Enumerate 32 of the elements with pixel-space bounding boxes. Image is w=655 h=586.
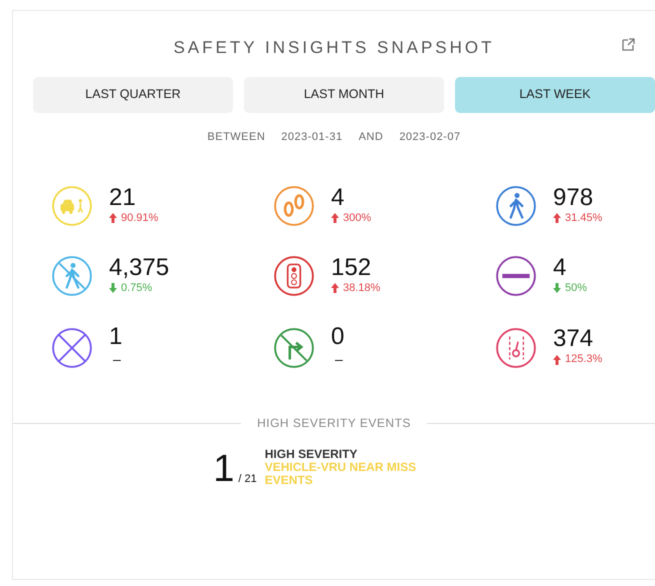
metric-value: 21 [109,186,137,210]
period-tab[interactable]: LAST WEEK [455,76,655,112]
metric-value: 4,375 [109,256,170,280]
metric-value: 4 [331,186,346,210]
metric-value: 0 [331,325,344,349]
section-heading: HIGH SEVERITY EVENTS [257,415,411,432]
event-count: 1 [213,450,234,488]
date-text: 2023-02-07 [399,130,461,144]
metric-change: 300% [343,210,372,226]
period-tab[interactable]: LAST MONTH [244,76,444,112]
metric-change: 0.75% [121,280,152,296]
metric-change: – [334,350,343,369]
period-tab[interactable]: LAST QUARTER [33,76,233,112]
event-total: / 21 [238,472,257,488]
range-label: AND [358,130,384,144]
metric-change: 31.45% [565,210,602,226]
metric-change: 38.18% [343,280,380,296]
metric-change: 50% [565,280,588,296]
metric-change: 125.3% [565,352,602,368]
range-label: BETWEEN [207,130,266,144]
metric-value: 374 [553,327,594,352]
card-title: SAFETY INSIGHTS SNAPSHOT [173,37,495,59]
metric-value: 978 [553,186,594,210]
metric-value: 152 [331,256,372,280]
metric-change: – [112,350,121,369]
metric-value: 4 [553,256,568,280]
metric-value: 1 [109,325,122,349]
external-link-icon[interactable] [622,38,635,51]
metric-change: 90.91% [121,210,158,226]
event-label: HIGH SEVERITY [264,448,358,462]
event-sublabel: VEHICLE-VRU NEAR MISS EVENTS [264,461,418,488]
date-text: 2023-01-31 [281,130,343,144]
